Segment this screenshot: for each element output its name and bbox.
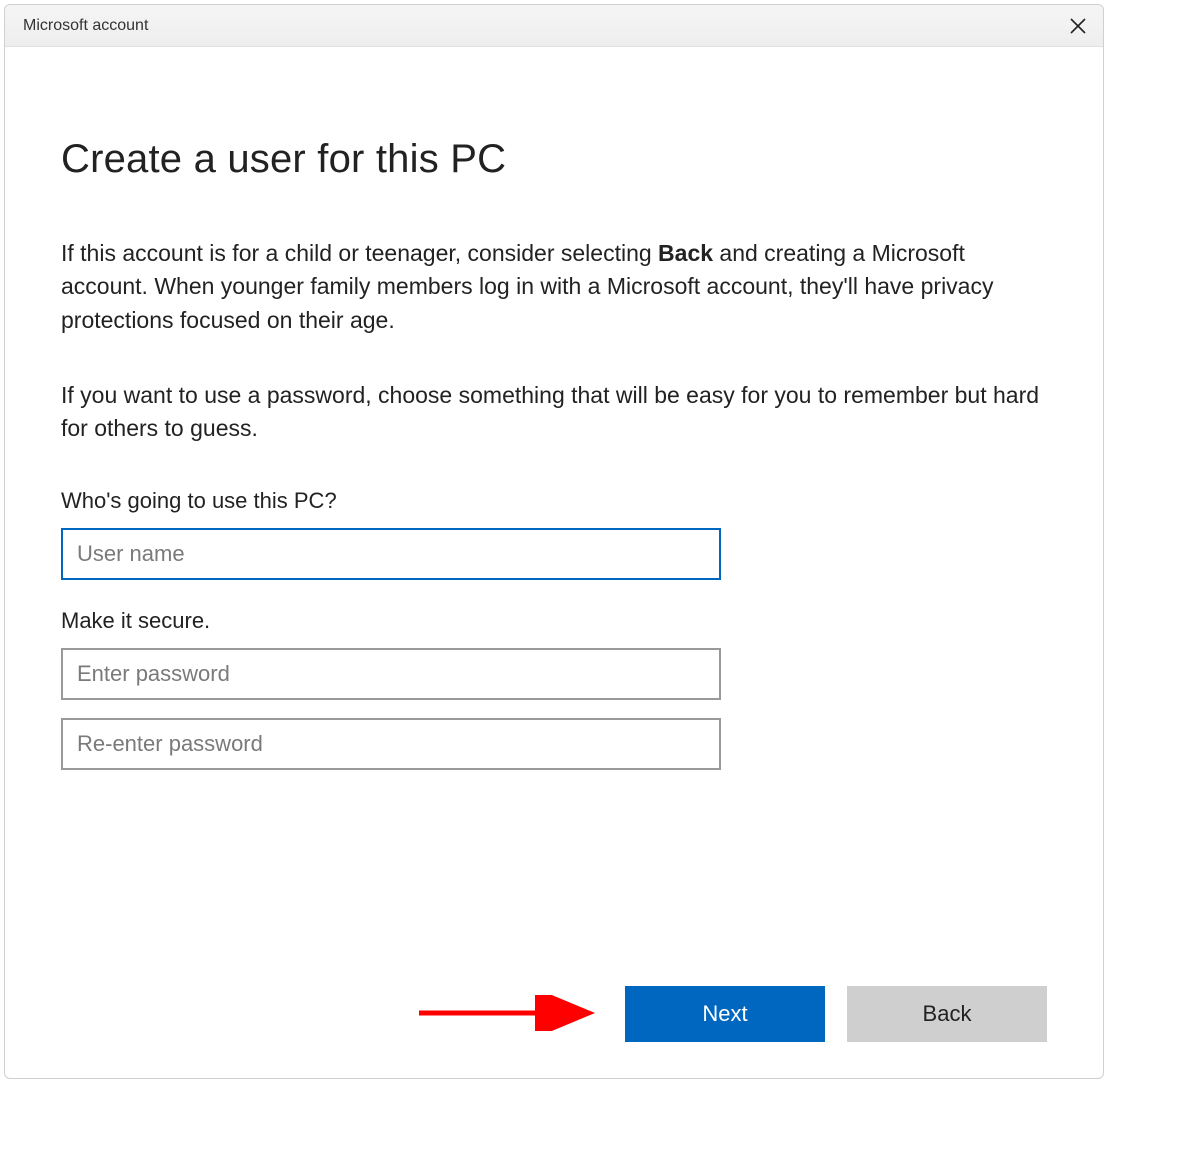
dialog-window: Microsoft account Create a user for this… (4, 4, 1104, 1079)
page-title: Create a user for this PC (61, 137, 1047, 182)
window-title: Microsoft account (23, 17, 148, 35)
description-paragraph-1: If this account is for a child or teenag… (61, 237, 1047, 337)
username-section-label: Who's going to use this PC? (61, 488, 1047, 514)
back-button[interactable]: Back (847, 986, 1047, 1042)
password-confirm-input[interactable] (61, 718, 721, 770)
content-area: Create a user for this PC If this accoun… (5, 47, 1103, 1078)
password-input[interactable] (61, 648, 721, 700)
annotation-arrow-icon (415, 995, 605, 1031)
desc1-pre: If this account is for a child or teenag… (61, 240, 658, 266)
desc1-bold: Back (658, 240, 713, 266)
username-input[interactable] (61, 528, 721, 580)
description-paragraph-2: If you want to use a password, choose so… (61, 379, 1047, 446)
close-icon (1070, 18, 1086, 34)
next-button[interactable]: Next (625, 986, 825, 1042)
titlebar: Microsoft account (5, 5, 1103, 47)
footer-buttons: Next Back (625, 986, 1047, 1042)
close-button[interactable] (1053, 5, 1103, 47)
password-section-label: Make it secure. (61, 608, 1047, 634)
